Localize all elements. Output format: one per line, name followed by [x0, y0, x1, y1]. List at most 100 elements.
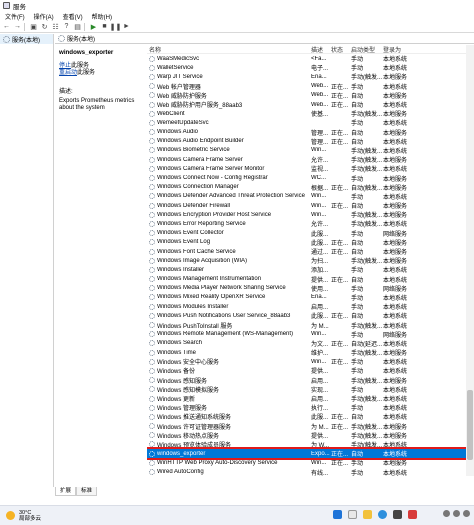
forward-icon[interactable]: → — [13, 22, 22, 31]
service-row[interactable]: Windows Defender Advanced Threat Protect… — [147, 192, 474, 201]
service-row[interactable]: Windows Biometric Service Win... 手动(触发... 本… — [147, 146, 474, 155]
service-description-cell: Win... — [311, 147, 327, 154]
service-row[interactable]: Windows Push Notifications User Service_… — [147, 311, 474, 320]
service-row[interactable]: Warp JIT Service Ena... 手动(触发... 本地服务 — [147, 72, 474, 81]
tab-extended[interactable]: 扩展 — [55, 487, 77, 496]
service-row[interactable]: Web 威胁防护用户服务_88aab3 Web... 正在... 自动 本地系统 — [147, 100, 474, 109]
stop-service-icon[interactable]: ■ — [100, 22, 109, 31]
service-row[interactable]: Windows 感知服务 启用... 手动(触发... 本地服务 — [147, 376, 474, 385]
service-name-cell: WinHTTP Web Proxy Auto-Discovery Service — [147, 459, 311, 466]
start-service-icon[interactable]: ▶ — [89, 22, 98, 31]
service-row[interactable]: Windows Event Log 此服... 正在... 自动 本地服务 — [147, 238, 474, 247]
tray-icon[interactable] — [453, 510, 460, 517]
service-row[interactable]: Windows 推送通知系统服务 此服... 正在... 自动 本地系统 — [147, 412, 474, 421]
service-row[interactable]: Windows 管理服务 执行... 手动 本地系统 — [147, 403, 474, 412]
service-description-cell: WC... — [311, 175, 326, 182]
service-row[interactable]: Wired AutoConfig 有线... 手动 本地系统 — [147, 467, 474, 476]
menu-help[interactable]: 帮助(H) — [92, 12, 112, 21]
service-row[interactable]: Windows Mixed Reality OpenXR Service Ena.… — [147, 293, 474, 302]
stop-suffix: 此服务 — [71, 63, 90, 69]
service-logon-cell: 本地系统 — [383, 148, 408, 155]
service-row[interactable]: Windows Media Player Network Sharing Ser… — [147, 284, 474, 293]
service-row[interactable]: Web 帐户管理器 Web... 正在... 手动 本地系统 — [147, 82, 474, 91]
gear-icon — [149, 367, 155, 374]
weather-widget[interactable]: 30°C 局部多云 — [6, 510, 41, 522]
service-row[interactable]: Windows Remote Management (WS-Management… — [147, 330, 474, 339]
service-startup-cell: 手动 — [351, 470, 364, 476]
restart-action: 重启动此服务 — [59, 70, 141, 77]
service-row[interactable]: WaaSMedicSvc <Fa... 手动 本地系统 — [147, 54, 474, 63]
service-description-cell: Web... — [311, 92, 329, 99]
column-header-status[interactable]: 状态 — [331, 45, 351, 54]
service-row[interactable]: Windows 安全中心服务 Win... 正在... 手动 本地系统 — [147, 357, 474, 366]
gear-icon — [149, 257, 155, 264]
service-startup-cell: 手动(触发... — [351, 167, 382, 174]
app-icon[interactable] — [408, 510, 417, 519]
tray-icon[interactable] — [443, 510, 450, 517]
service-row[interactable]: Windows Audio Endpoint Builder 管理... 正在...… — [147, 137, 474, 146]
service-name: Windows Biometric Service — [157, 147, 230, 154]
service-row[interactable]: Windows Camera Frame Server Monitor 监视...… — [147, 164, 474, 173]
menu-file[interactable]: 文件(F) — [5, 12, 25, 21]
service-row[interactable]: Windows Event Collector 此服... 手动 网络服务 — [147, 229, 474, 238]
service-row[interactable]: WinHTTP Web Proxy Auto-Discovery Service… — [147, 458, 474, 467]
tree-item-local-services[interactable]: 服务(本地) — [0, 34, 53, 44]
column-header-startup-type[interactable]: 启动类型 — [351, 45, 383, 54]
pause-service-icon[interactable]: ❚❚ — [110, 22, 122, 31]
service-description-cell: 为 M... — [311, 424, 329, 431]
gear-icon — [149, 276, 155, 283]
service-row[interactable]: WebClient 使基... 手动(触发... 本地服务 — [147, 109, 474, 118]
service-row[interactable]: Windows Connect Now - Config Registrar WC… — [147, 173, 474, 183]
menu-view[interactable]: 查看(V) — [63, 12, 83, 21]
service-row[interactable]: Windows Encryption Provider Host Service… — [147, 210, 474, 219]
service-row[interactable]: Windows Image Acquisition (WIA) 为扫... 手动(触… — [147, 256, 474, 265]
vertical-scrollbar[interactable] — [466, 45, 474, 476]
main-pane-title: 服务(本地) — [67, 37, 95, 43]
service-name: Windows Event Collector — [157, 230, 224, 237]
scrollbar-thumb[interactable] — [467, 390, 473, 460]
refresh-icon[interactable]: ↻ — [40, 22, 49, 31]
service-row[interactable]: WemeetUpdateSvc 手动 本地系统 — [147, 118, 474, 127]
service-row[interactable]: Windows Search 为文... 正在... 自动(延迟... 本地系统 — [147, 339, 474, 348]
column-header-logon-as[interactable]: 登录为 — [383, 45, 423, 54]
service-row[interactable]: Windows Connection Manager 根据... 正在... 自动(触… — [147, 183, 474, 192]
back-icon[interactable]: ← — [2, 22, 11, 31]
export-list-icon[interactable]: ☷ — [51, 22, 60, 31]
service-row[interactable]: Windows 更新 启用... 手动(触发... 本地系统 — [147, 394, 474, 403]
service-row[interactable]: Windows Audio 管理... 正在... 自动 本地服务 — [147, 128, 474, 137]
help-icon[interactable]: ? — [62, 22, 71, 31]
search-icon[interactable] — [348, 510, 357, 519]
service-row[interactable]: Windows Time 维护... 手动(触发... 本地服务 — [147, 348, 474, 357]
stop-service-link[interactable]: 停止 — [59, 63, 71, 69]
service-row[interactable]: Windows 许可证管理器服务 为 M... 正在... 手动(触发... 本地服务 — [147, 422, 474, 431]
browser-icon[interactable] — [378, 510, 387, 519]
service-row[interactable]: Windows Defender Firewall Win... 正在... 自动 本地… — [147, 201, 474, 210]
tray-icon[interactable] — [463, 510, 470, 517]
service-row[interactable]: Windows 备份 提供... 手动 本地系统 — [147, 366, 474, 375]
column-header-description[interactable]: 描述 — [311, 45, 331, 54]
file-explorer-icon[interactable] — [363, 510, 372, 519]
service-row[interactable]: Windows Font Cache Service 通过... 正在... 自动 本地… — [147, 247, 474, 256]
service-row[interactable]: Windows Error Reporting Service 允许... 手动(触… — [147, 219, 474, 228]
menu-action[interactable]: 操作(A) — [34, 12, 54, 21]
service-status-cell: 正在... — [331, 314, 349, 321]
restart-service-link[interactable]: 重启动 — [59, 70, 77, 76]
service-row[interactable]: Windows 感知模拟服务 实现... 手动 本地系统 — [147, 385, 474, 394]
restart-service-icon[interactable]: ► — [122, 22, 131, 31]
service-row[interactable]: windows_exporter Expo... 正在... 自动 本地系统 — [147, 447, 474, 461]
service-row[interactable]: Windows Management Instrumentation 提供... 正… — [147, 275, 474, 284]
service-row[interactable]: Windows Camera Frame Server 允许... 手动(触发...… — [147, 155, 474, 164]
windows-start-icon[interactable] — [333, 510, 342, 519]
service-row[interactable]: Windows 移动热点服务 提供... 手动(触发... 本地服务 — [147, 431, 474, 440]
gear-icon — [149, 285, 155, 292]
service-row[interactable]: Web 威胁防护服务 Web... 正在... 自动 本地服务 — [147, 91, 474, 100]
console-tree-icon[interactable]: ▣ — [29, 22, 38, 31]
properties-icon[interactable]: ▤ — [73, 22, 82, 31]
tab-standard[interactable]: 标准 — [76, 487, 98, 496]
service-row[interactable]: Windows Installer 添加... 手动 本地系统 — [147, 265, 474, 274]
service-row[interactable]: Windows PushToInstall 服务 为 M... 手动(触发... 本地… — [147, 320, 474, 330]
service-row[interactable]: Windows Modules Installer 启用... 手动 本地系统 — [147, 302, 474, 311]
service-row[interactable]: WalletService 电子... 手动 本地系统 — [147, 63, 474, 72]
service-row[interactable]: Windows 预览体验成员服务 为 W... 手动(触发... 本地系统 — [147, 440, 474, 449]
app-icon[interactable] — [393, 510, 402, 519]
